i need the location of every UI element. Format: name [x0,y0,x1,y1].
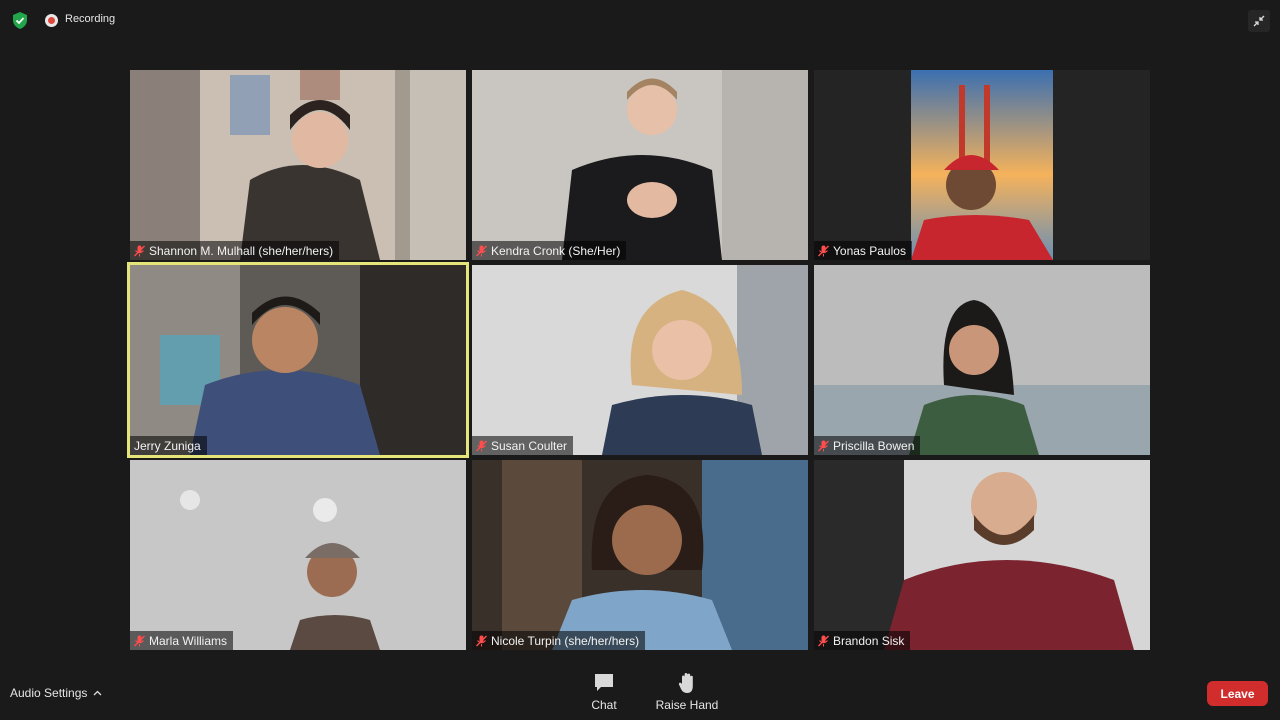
video-tile[interactable]: Marla Williams [130,460,466,650]
participant-video [472,460,808,650]
chevron-up-icon [93,690,102,696]
mic-muted-icon [134,635,145,646]
participant-nameplate: Susan Coulter [472,436,574,455]
raise-hand-button[interactable]: Raise Hand [647,672,727,712]
video-tile-active-speaker[interactable]: Jerry Zuniga [127,262,469,458]
participant-video [130,70,466,260]
video-tile[interactable]: Susan Coulter [472,265,808,455]
participant-name: Yonas Paulos [833,243,906,258]
chat-button[interactable]: Chat [564,672,644,712]
participant-video [814,460,1150,650]
participant-nameplate: Priscilla Bowen [814,436,921,455]
mic-muted-icon [476,440,487,451]
audio-settings-label: Audio Settings [10,686,88,700]
mic-muted-icon [476,245,487,256]
participant-video [814,70,1150,260]
participant-name: Marla Williams [149,633,227,648]
participant-nameplate: Jerry Zuniga [130,436,207,455]
participant-name: Brandon Sisk [833,633,905,648]
participant-video [814,265,1150,455]
participant-name: Jerry Zuniga [134,438,201,453]
video-tile[interactable]: Brandon Sisk [814,460,1150,650]
video-tile[interactable]: Nicole Turpin (she/her/hers) [472,460,808,650]
video-tile[interactable]: Kendra Cronk (She/Her) [472,70,808,260]
mic-muted-icon [818,440,829,451]
participant-nameplate: Kendra Cronk (She/Her) [472,241,627,260]
chat-label: Chat [591,698,617,712]
participant-video [130,265,466,455]
video-tile[interactable]: Shannon M. Mulhall (she/her/hers) [130,70,466,260]
mic-muted-icon [818,245,829,256]
participant-video [472,265,808,455]
participant-nameplate: Shannon M. Mulhall (she/her/hers) [130,241,340,260]
participant-name: Kendra Cronk (She/Her) [491,243,621,258]
mic-muted-icon [818,635,829,646]
participant-nameplate: Yonas Paulos [814,241,912,260]
exit-fullscreen-icon[interactable] [1248,10,1270,32]
participant-video [472,70,808,260]
video-tile[interactable]: Priscilla Bowen [814,265,1150,455]
participant-nameplate: Nicole Turpin (she/her/hers) [472,631,646,650]
recording-label: Recording [65,13,116,25]
participant-nameplate: Marla Williams [130,631,233,650]
mic-muted-icon [134,245,145,256]
chat-icon [595,674,613,691]
participant-nameplate: Brandon Sisk [814,631,911,650]
mic-muted-icon [476,635,487,646]
shield-check-icon[interactable] [12,12,28,29]
raise-hand-label: Raise Hand [655,698,719,712]
participant-name: Nicole Turpin (she/her/hers) [491,633,640,648]
participant-video [130,460,466,650]
participant-name: Priscilla Bowen [833,438,915,453]
video-tile[interactable]: Yonas Paulos [814,70,1150,260]
raise-hand-icon [678,673,693,693]
leave-button[interactable]: Leave [1207,681,1268,706]
audio-settings-button[interactable]: Audio Settings [10,686,102,700]
top-bar: Recording [0,0,1280,40]
recording-icon [45,14,58,27]
participant-name: Shannon M. Mulhall (she/her/hers) [149,243,334,258]
participant-name: Susan Coulter [491,438,568,453]
